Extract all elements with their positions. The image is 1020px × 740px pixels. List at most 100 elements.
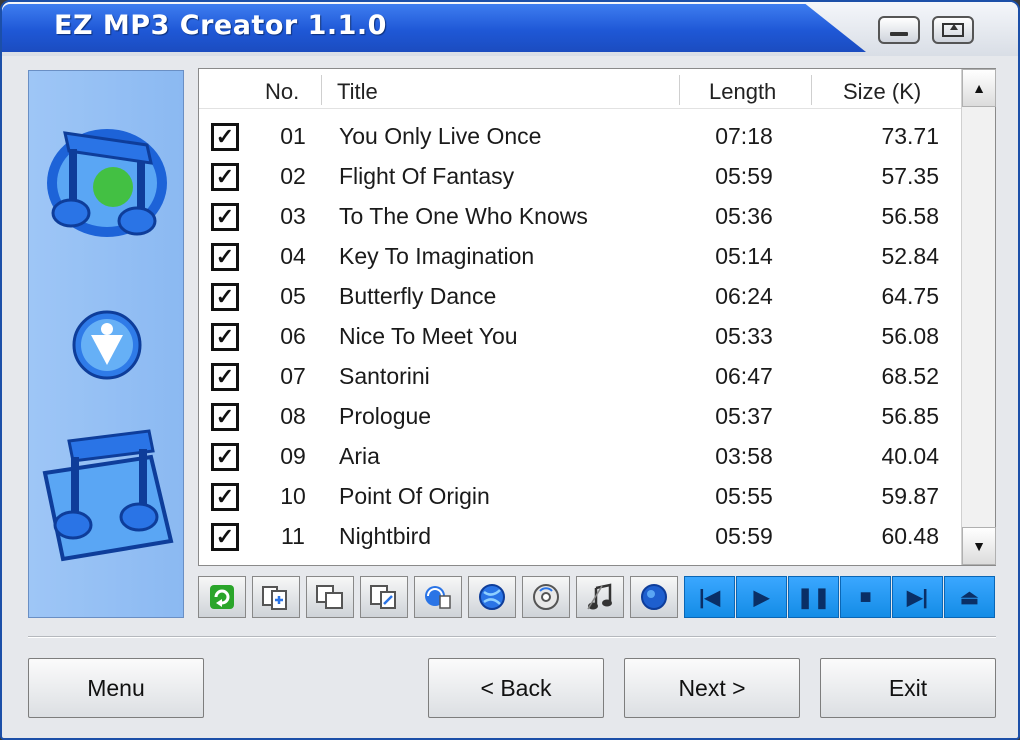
track-size: 56.58 xyxy=(881,203,939,229)
track-length: 05:14 xyxy=(715,243,773,269)
track-length: 05:33 xyxy=(715,323,773,349)
table-row[interactable]: ✓ 03 To The One Who Knows 05:36 56.58 xyxy=(199,197,961,237)
table-row[interactable]: ✓ 05 Butterfly Dance 06:24 64.75 xyxy=(199,277,961,317)
track-title: Flight Of Fantasy xyxy=(339,163,515,189)
track-length: 05:59 xyxy=(715,163,773,189)
table-row[interactable]: ✓ 07 Santorini 06:47 68.52 xyxy=(199,357,961,397)
pause-icon: ❚❚ xyxy=(796,586,831,609)
track-checkbox[interactable]: ✓ xyxy=(211,483,239,511)
web-button[interactable] xyxy=(468,576,516,618)
checkmark-icon: ✓ xyxy=(215,524,235,549)
copy-button[interactable] xyxy=(306,576,354,618)
track-number: 02 xyxy=(280,163,306,189)
track-checkbox[interactable]: ✓ xyxy=(211,243,239,271)
cd-button[interactable] xyxy=(522,576,570,618)
table-row[interactable]: ✓ 04 Key To Imagination 05:14 52.84 xyxy=(199,237,961,277)
exit-button[interactable]: Exit xyxy=(820,658,996,718)
play-button[interactable]: ▶ xyxy=(736,576,787,618)
scroll-up-button[interactable]: ▲ xyxy=(962,69,996,107)
track-checkbox[interactable]: ✓ xyxy=(211,283,239,311)
track-checkbox[interactable]: ✓ xyxy=(211,323,239,351)
column-header-size[interactable]: Size (K) xyxy=(843,79,921,105)
copy-icon xyxy=(314,582,346,612)
minimize-button[interactable] xyxy=(878,16,920,44)
checkmark-icon: ✓ xyxy=(215,404,235,429)
record-icon xyxy=(638,582,670,612)
add-files-button[interactable] xyxy=(252,576,300,618)
music-note-button[interactable] xyxy=(576,576,624,618)
table-row[interactable]: ✓ 08 Prologue 05:37 56.85 xyxy=(199,397,961,437)
next-icon: ▶| xyxy=(907,586,928,609)
track-title: Prologue xyxy=(339,403,432,429)
menu-button[interactable]: Menu xyxy=(28,658,204,718)
column-header-title[interactable]: Title xyxy=(337,79,378,105)
track-title: You Only Live Once xyxy=(339,123,542,149)
track-number: 01 xyxy=(280,123,306,149)
track-checkbox[interactable]: ✓ xyxy=(211,403,239,431)
edit-icon xyxy=(368,582,400,612)
track-number: 10 xyxy=(280,483,306,509)
column-separator[interactable] xyxy=(811,75,812,105)
column-separator[interactable] xyxy=(321,75,322,105)
web-icon xyxy=(476,582,508,612)
vertical-scrollbar[interactable]: ▲ ▼ xyxy=(961,69,996,565)
track-length: 07:18 xyxy=(715,123,773,149)
table-row[interactable]: ✓ 11 Nightbird 05:59 60.48 xyxy=(199,517,961,557)
track-checkbox[interactable]: ✓ xyxy=(211,443,239,471)
minimize-icon xyxy=(890,32,908,36)
refresh-button[interactable] xyxy=(198,576,246,618)
track-checkbox[interactable]: ✓ xyxy=(211,123,239,151)
arrow-down-icon: ▼ xyxy=(972,538,986,554)
table-row[interactable]: ✓ 09 Aria 03:58 40.04 xyxy=(199,437,961,477)
checkmark-icon: ✓ xyxy=(215,164,235,189)
table-row[interactable]: ✓ 10 Point Of Origin 05:55 59.87 xyxy=(199,477,961,517)
title-bar[interactable]: EZ MP3 Creator 1.1.0 xyxy=(2,2,1018,56)
track-title: Point Of Origin xyxy=(339,483,490,509)
track-size: 52.84 xyxy=(881,243,939,269)
table-row[interactable]: ✓ 01 You Only Live Once 07:18 73.71 xyxy=(199,117,961,157)
record-button[interactable] xyxy=(630,576,678,618)
next-button[interactable]: Next > xyxy=(624,658,800,718)
track-size: 68.52 xyxy=(881,363,939,389)
track-checkbox[interactable]: ✓ xyxy=(211,163,239,191)
track-size: 59.87 xyxy=(881,483,939,509)
column-header-length[interactable]: Length xyxy=(709,79,776,105)
back-button[interactable]: < Back xyxy=(428,658,604,718)
track-list[interactable]: No. Title Length Size (K) ✓ 01 You Only Li… xyxy=(198,68,996,566)
column-header-no[interactable]: No. xyxy=(265,79,299,105)
track-number: 06 xyxy=(280,323,306,349)
table-row[interactable]: ✓ 02 Flight Of Fantasy 05:59 57.35 xyxy=(199,157,961,197)
music-folder-icon xyxy=(39,421,175,563)
track-checkbox[interactable]: ✓ xyxy=(211,203,239,231)
download-arrow-icon[interactable] xyxy=(71,309,143,381)
track-length: 06:47 xyxy=(715,363,773,389)
track-title: Aria xyxy=(339,443,380,469)
track-title: Butterfly Dance xyxy=(339,283,497,309)
track-number: 08 xyxy=(280,403,306,429)
track-length: 05:59 xyxy=(715,523,773,549)
track-checkbox[interactable]: ✓ xyxy=(211,363,239,391)
stop-button[interactable]: ■ xyxy=(840,576,891,618)
track-size: 57.35 xyxy=(881,163,939,189)
maximize-button[interactable] xyxy=(932,16,974,44)
track-size: 56.85 xyxy=(881,403,939,429)
pause-button[interactable]: ❚❚ xyxy=(788,576,839,618)
edit-button[interactable] xyxy=(360,576,408,618)
eject-button[interactable]: ⏏ xyxy=(944,576,995,618)
checkmark-icon: ✓ xyxy=(215,324,235,349)
track-number: 11 xyxy=(281,523,305,549)
play-icon: ▶ xyxy=(753,586,770,609)
track-size: 40.04 xyxy=(881,443,939,469)
scroll-down-button[interactable]: ▼ xyxy=(962,527,996,565)
convert-button[interactable] xyxy=(414,576,462,618)
column-separator[interactable] xyxy=(679,75,680,105)
track-title: Key To Imagination xyxy=(339,243,535,269)
next-button[interactable]: ▶| xyxy=(892,576,943,618)
music-note-icon xyxy=(584,582,616,612)
track-title: To The One Who Knows xyxy=(339,203,588,229)
track-checkbox[interactable]: ✓ xyxy=(211,523,239,551)
previous-button[interactable]: |◀ xyxy=(684,576,735,618)
stop-icon: ■ xyxy=(859,585,872,608)
table-row[interactable]: ✓ 06 Nice To Meet You 05:33 56.08 xyxy=(199,317,961,357)
track-length: 06:24 xyxy=(715,283,773,309)
